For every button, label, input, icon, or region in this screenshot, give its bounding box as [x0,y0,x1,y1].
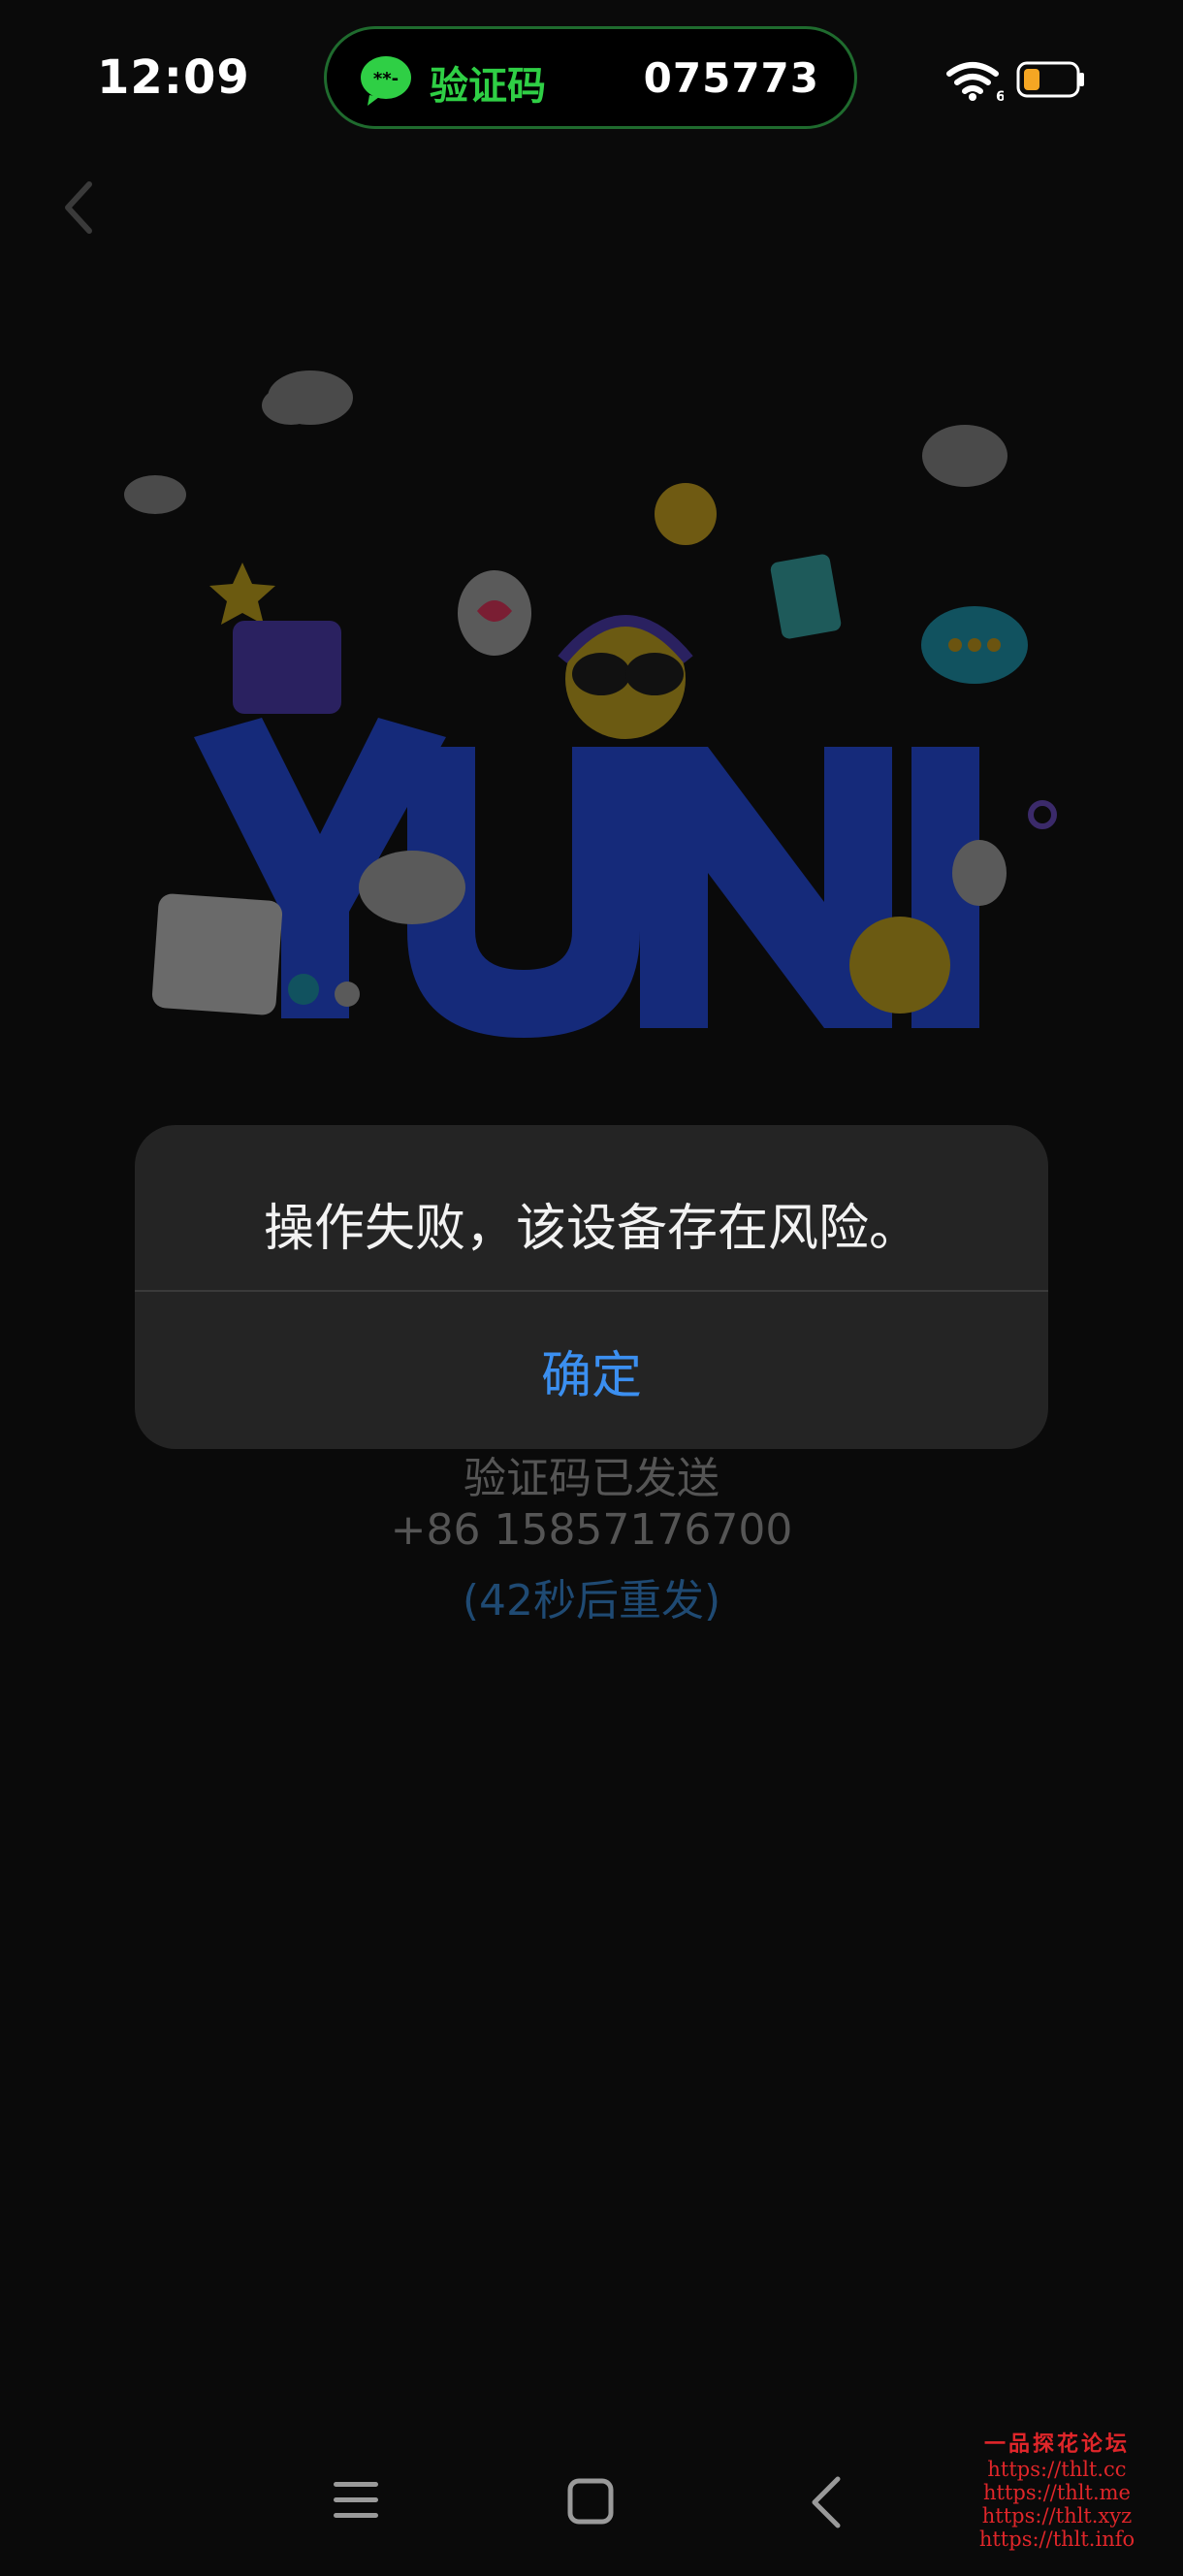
battery-icon [1016,60,1084,99]
phone-number: +86 15857176700 [390,1505,793,1555]
nav-menu-icon[interactable] [332,2479,380,2522]
resend-countdown[interactable]: (42秒后重发) [0,1565,1183,1627]
error-dialog: 操作失败，该设备存在风险。 确定 [135,1125,1048,1449]
status-time: 12:09 [97,50,250,105]
message-icon: **- [360,54,412,107]
nav-home-icon[interactable] [566,2477,615,2526]
code-sent-label: 验证码已发送 [464,1454,719,1503]
watermark-url: https://thlt.xyz [981,2504,1133,2528]
svg-text:6: 6 [996,89,1004,103]
back-button[interactable] [60,178,99,237]
watermark-title: 一品探花论坛 [983,2431,1130,2457]
forum-watermark: 一品探花论坛 https://thlt.cc https://thlt.me h… [950,2427,1164,2551]
sms-label: 验证码 [430,64,546,109]
watermark-url: https://thlt.cc [987,2458,1127,2481]
nav-back-icon[interactable] [809,2475,844,2529]
sms-code-notification[interactable]: **- 验证码 075773 [324,26,857,129]
svg-text:**-: **- [373,69,399,89]
sms-code: 075773 [643,54,819,102]
wifi-icon: 6 [945,58,1006,105]
watermark-url: https://thlt.info [978,2528,1135,2551]
yuni-hero-illustration [116,349,1067,1047]
watermark-url: https://thlt.me [983,2481,1131,2504]
dialog-message: 操作失败，该设备存在风险。 [263,1200,919,1258]
dialog-ok-button[interactable]: 确定 [135,1292,1048,1449]
